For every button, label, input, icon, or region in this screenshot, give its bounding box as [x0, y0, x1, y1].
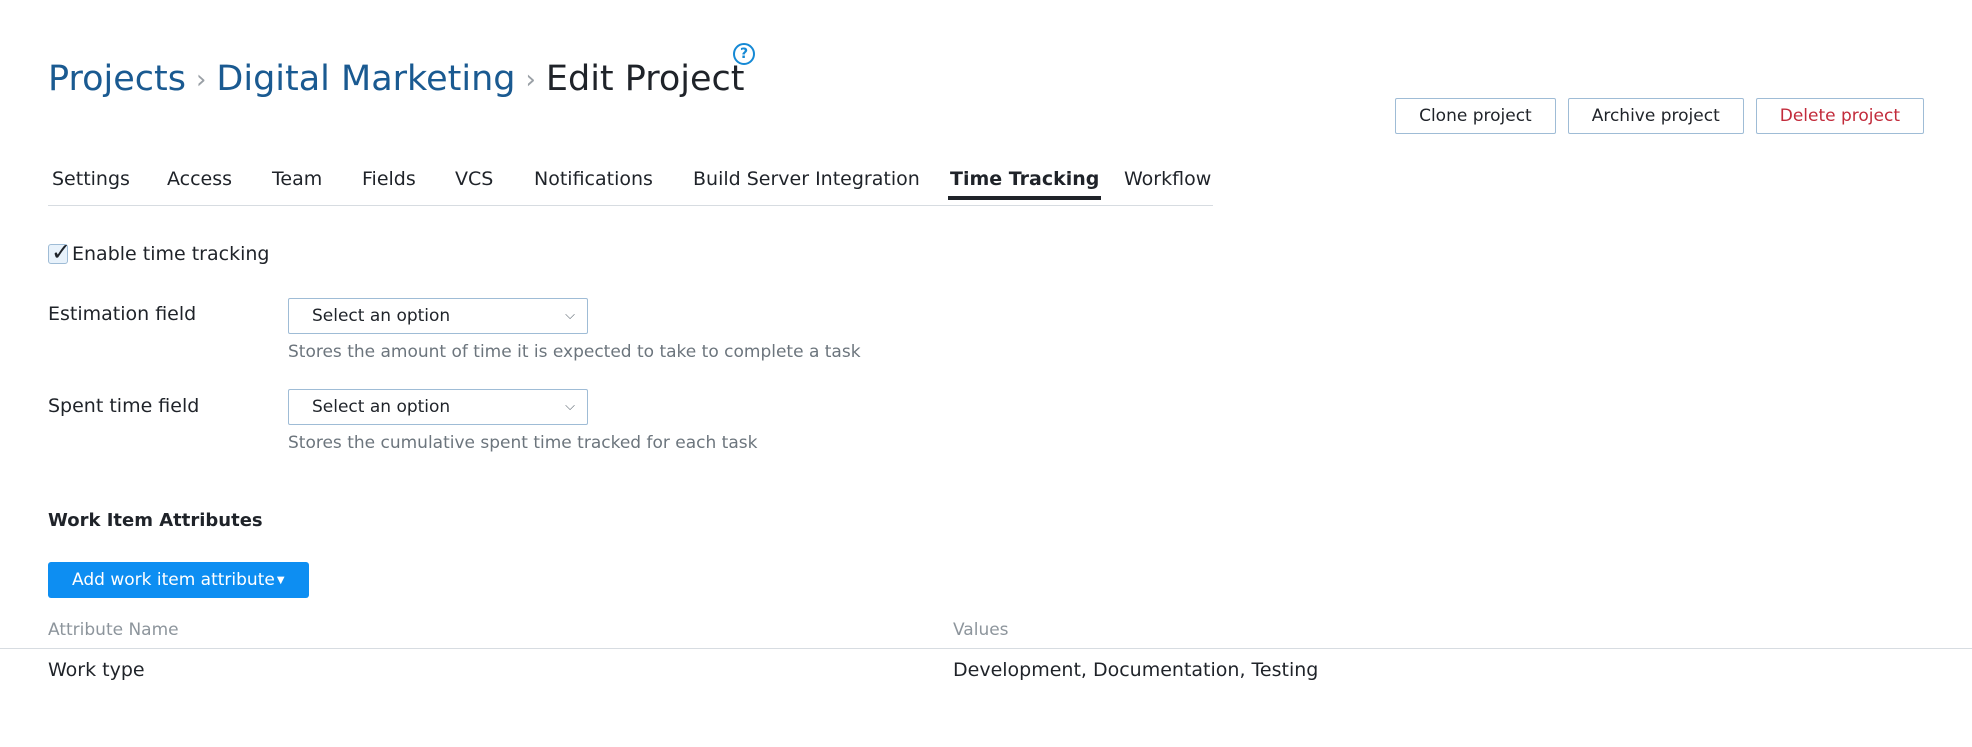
spent-time-field-label: Spent time field [48, 395, 200, 417]
page-title: Edit Project [545, 59, 745, 99]
tab-access[interactable]: Access [165, 168, 234, 200]
chevron-down-icon: ⌵ [565, 308, 575, 323]
tab-vcs[interactable]: VCS [453, 168, 495, 200]
tab-build-server-integration[interactable]: Build Server Integration [691, 168, 922, 200]
project-tabs: Settings Access Team Fields VCS Notifica… [48, 164, 1213, 206]
question-circle-icon[interactable]: ? [733, 43, 755, 65]
chevron-down-icon: ⌵ [565, 399, 575, 414]
attribute-values-cell: Development, Documentation, Testing [953, 659, 1319, 681]
clone-project-button[interactable]: Clone project [1395, 98, 1556, 134]
enable-time-tracking-label[interactable]: Enable time tracking [72, 243, 269, 265]
spent-time-field-help: Stores the cumulative spent time tracked… [288, 433, 758, 453]
estimation-field-value: Select an option [312, 306, 451, 326]
breadcrumb-project-link[interactable]: Digital Marketing [216, 56, 515, 102]
enable-time-tracking-checkbox[interactable]: ✓ [48, 238, 71, 266]
attribute-name-cell: Work type [48, 659, 145, 681]
tab-settings[interactable]: Settings [50, 168, 132, 200]
spent-time-field-select[interactable]: Select an option ⌵ [288, 389, 588, 425]
estimation-field-select[interactable]: Select an option ⌵ [288, 298, 588, 334]
caret-down-icon: ▼ [276, 574, 285, 586]
tab-notifications[interactable]: Notifications [532, 168, 655, 200]
add-work-item-attribute-label: Add work item attribute [72, 570, 275, 590]
add-work-item-attribute-button[interactable]: Add work item attribute ▼ [48, 562, 309, 598]
attributes-table-header: Attribute Name Values [0, 620, 1972, 649]
tab-fields[interactable]: Fields [360, 168, 418, 200]
breadcrumb: Projects › Digital Marketing › Edit Proj… [48, 56, 745, 105]
estimation-field-help: Stores the amount of time it is expected… [288, 342, 861, 362]
archive-project-button[interactable]: Archive project [1567, 98, 1744, 134]
delete-project-button[interactable]: Delete project [1755, 98, 1924, 134]
edit-project-page: Projects › Digital Marketing › Edit Proj… [0, 0, 1972, 747]
enable-time-tracking-row: ✓ Enable time tracking [48, 238, 269, 266]
spent-time-field-value: Select an option [312, 397, 451, 417]
project-actions: Clone project Archive project Delete pro… [1395, 98, 1924, 134]
work-item-attributes-heading: Work Item Attributes [48, 510, 263, 531]
breadcrumb-separator: › [195, 65, 207, 95]
table-row[interactable]: Work type Development, Documentation, Te… [0, 659, 1972, 689]
checkmark-icon: ✓ [51, 238, 72, 266]
column-header-attribute-name: Attribute Name [48, 620, 179, 640]
tab-time-tracking[interactable]: Time Tracking [948, 168, 1102, 200]
column-header-values: Values [953, 620, 1009, 640]
estimation-field-label: Estimation field [48, 303, 197, 325]
tab-workflow[interactable]: Workflow [1122, 168, 1213, 200]
tab-team[interactable]: Team [270, 168, 324, 200]
breadcrumb-projects-link[interactable]: Projects [48, 56, 186, 102]
breadcrumb-separator: › [525, 65, 536, 95]
